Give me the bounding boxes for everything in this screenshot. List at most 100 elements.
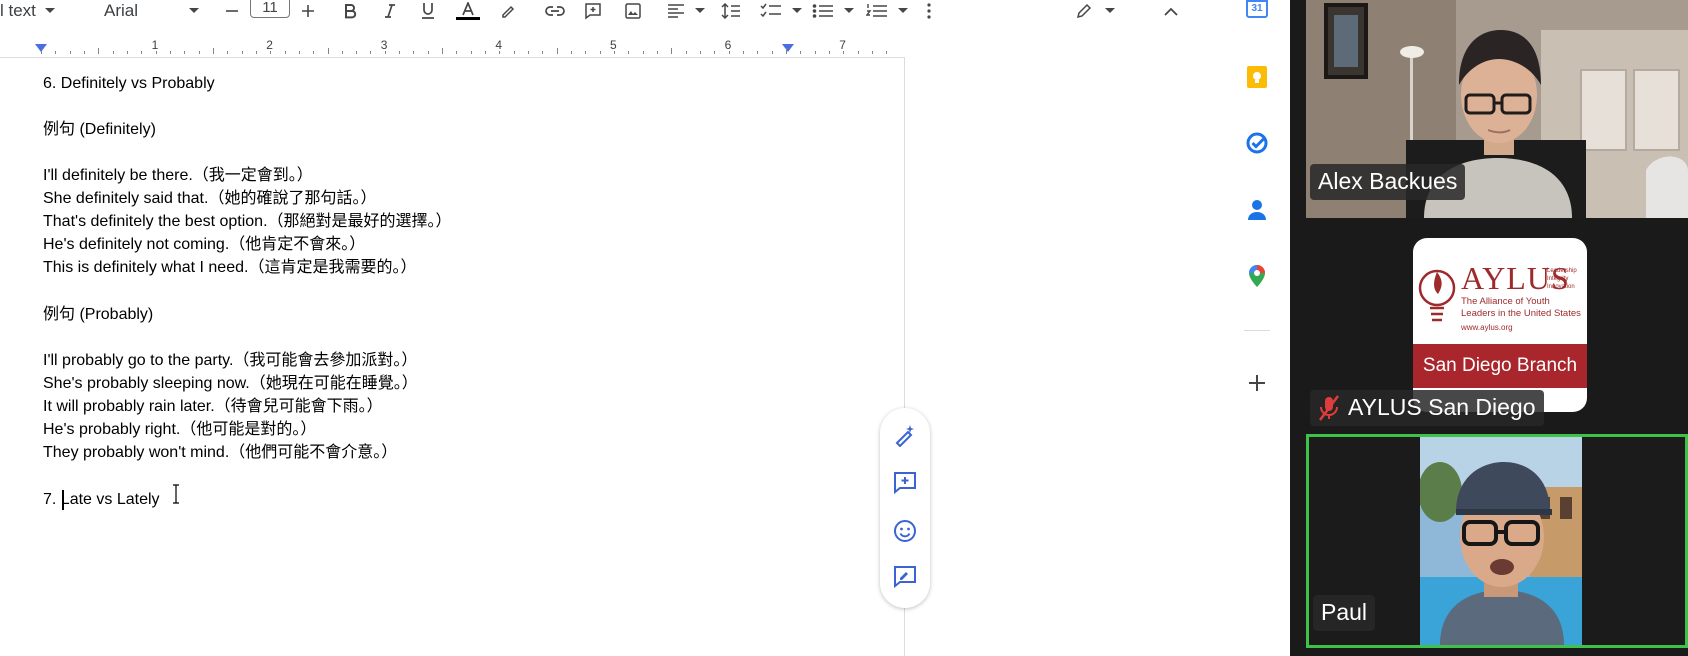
checklist-button[interactable] [760, 0, 802, 22]
ruler[interactable]: 1 2 3 4 5 6 7 [0, 36, 905, 58]
increase-font-size-button[interactable] [300, 0, 316, 22]
contacts-icon[interactable] [1244, 197, 1270, 223]
help-me-write-button[interactable] [892, 422, 918, 448]
participant-tile-aylus[interactable]: AYLUS Leadership Integrity Innovation Th… [1306, 222, 1688, 436]
chevron-down-icon [898, 8, 908, 13]
suggest-edits-button[interactable] [892, 564, 918, 590]
add-emoji-reaction-button[interactable] [892, 518, 918, 544]
ruler-tick [298, 51, 300, 54]
style-dropdown[interactable]: l text [0, 0, 60, 22]
participant-name: Paul [1321, 599, 1368, 625]
add-comment-float-button[interactable] [892, 470, 918, 496]
side-panel: 31 [1230, 0, 1290, 656]
participant-name-tag: Paul [1313, 595, 1376, 631]
get-add-ons-button[interactable] [1244, 370, 1270, 396]
ruler-tick [871, 51, 873, 54]
ruler-tick [155, 51, 157, 54]
keep-icon[interactable] [1244, 64, 1270, 90]
aylus-tagline: Leadership Integrity Innovation [1547, 267, 1577, 291]
ruler-number: 1 [151, 38, 159, 52]
minus-icon [226, 10, 238, 12]
image-icon [625, 3, 641, 19]
ruler-tick [126, 51, 128, 54]
bold-button[interactable] [340, 0, 360, 22]
chevron-down-icon [1105, 8, 1115, 13]
text-color-button[interactable] [455, 0, 481, 22]
participant-tile-paul[interactable]: Paul [1306, 434, 1688, 648]
aylus-subtitle: The Alliance of Youth Leaders in the Uni… [1461, 296, 1581, 319]
ruler-tick [427, 51, 429, 54]
ruler-tick [671, 48, 673, 54]
ruler-tick [742, 51, 744, 54]
add-comment-icon [894, 472, 916, 495]
underline-icon [422, 3, 434, 19]
ruler-tick [69, 51, 71, 54]
more-options-button[interactable] [922, 0, 936, 22]
calendar-icon[interactable]: 31 [1244, 0, 1270, 20]
ruler-tick [198, 51, 200, 54]
right-indent-marker[interactable] [782, 44, 794, 52]
checklist-icon [760, 3, 781, 18]
chevron-down-icon [44, 8, 55, 13]
ruler-tick [241, 51, 243, 54]
ruler-tick [456, 51, 458, 54]
align-left-icon [668, 4, 684, 18]
ruler-tick [814, 51, 816, 54]
ruler-tick [313, 51, 315, 54]
editing-mode-button[interactable] [1075, 0, 1115, 22]
align-button[interactable] [667, 0, 705, 22]
more-vertical-icon [927, 3, 931, 19]
ruler-tick [556, 48, 558, 54]
doc-line: I'll definitely be there.（我一定會到。） [43, 167, 313, 184]
text-color-swatch [456, 17, 480, 20]
participant-tile-alex[interactable]: Alex Backues [1306, 0, 1688, 218]
ruler-tick [656, 51, 658, 54]
docs-toolbar: l text Arial 11 [0, 0, 1290, 22]
ruler-tick [212, 48, 214, 54]
tagline-line: Innovation [1547, 284, 1575, 290]
ruler-number: 6 [724, 38, 732, 52]
doc-line: That's definitely the best option.（那絕對是最… [43, 213, 452, 230]
insert-link-button[interactable] [543, 0, 567, 22]
tasks-icon[interactable] [1244, 130, 1270, 156]
ruler-tick [642, 51, 644, 54]
highlight-button[interactable] [498, 0, 518, 22]
ruler-tick [886, 51, 888, 54]
collapse-menus-button[interactable] [1160, 0, 1182, 22]
ruler-tick [399, 51, 401, 54]
decrease-font-size-button[interactable] [224, 0, 240, 22]
ruler-tick [528, 51, 530, 54]
font-dropdown[interactable]: Arial [104, 0, 200, 22]
ruler-tick [785, 48, 787, 54]
ruler-tick [614, 51, 615, 54]
ruler-tick [413, 51, 415, 54]
bulleted-list-button[interactable] [812, 0, 854, 22]
ruler-number: 7 [839, 38, 846, 52]
maps-icon[interactable] [1244, 263, 1270, 289]
ruler-tick [141, 51, 143, 54]
aylus-branch: San Diego Branch [1422, 355, 1578, 376]
italic-button[interactable] [380, 0, 400, 22]
font-size-input[interactable]: 11 [250, 0, 290, 18]
line-spacing-icon [721, 3, 740, 19]
ruler-number: 3 [380, 38, 388, 52]
bold-icon [345, 4, 357, 19]
ruler-number: 4 [495, 38, 503, 52]
insert-image-button[interactable] [622, 0, 644, 22]
chevron-up-icon [1164, 7, 1178, 16]
numbered-list-button[interactable] [866, 0, 908, 22]
underline-button[interactable] [418, 0, 438, 22]
link-icon [545, 6, 565, 16]
ruler-tick [356, 51, 358, 54]
text-caret [62, 490, 64, 510]
line-spacing-button[interactable] [720, 0, 742, 22]
add-comment-icon [585, 3, 601, 20]
ruler-tick [828, 51, 830, 54]
numbered-list-icon [866, 4, 887, 17]
participant-name-tag: Alex Backues [1310, 164, 1466, 200]
highlighter-icon [502, 5, 515, 18]
bulleted-list-icon [812, 4, 833, 18]
doc-subheading: 例句 (Probably) [43, 306, 154, 323]
add-comment-button[interactable] [582, 0, 604, 22]
torch-logo-icon [1418, 269, 1456, 322]
